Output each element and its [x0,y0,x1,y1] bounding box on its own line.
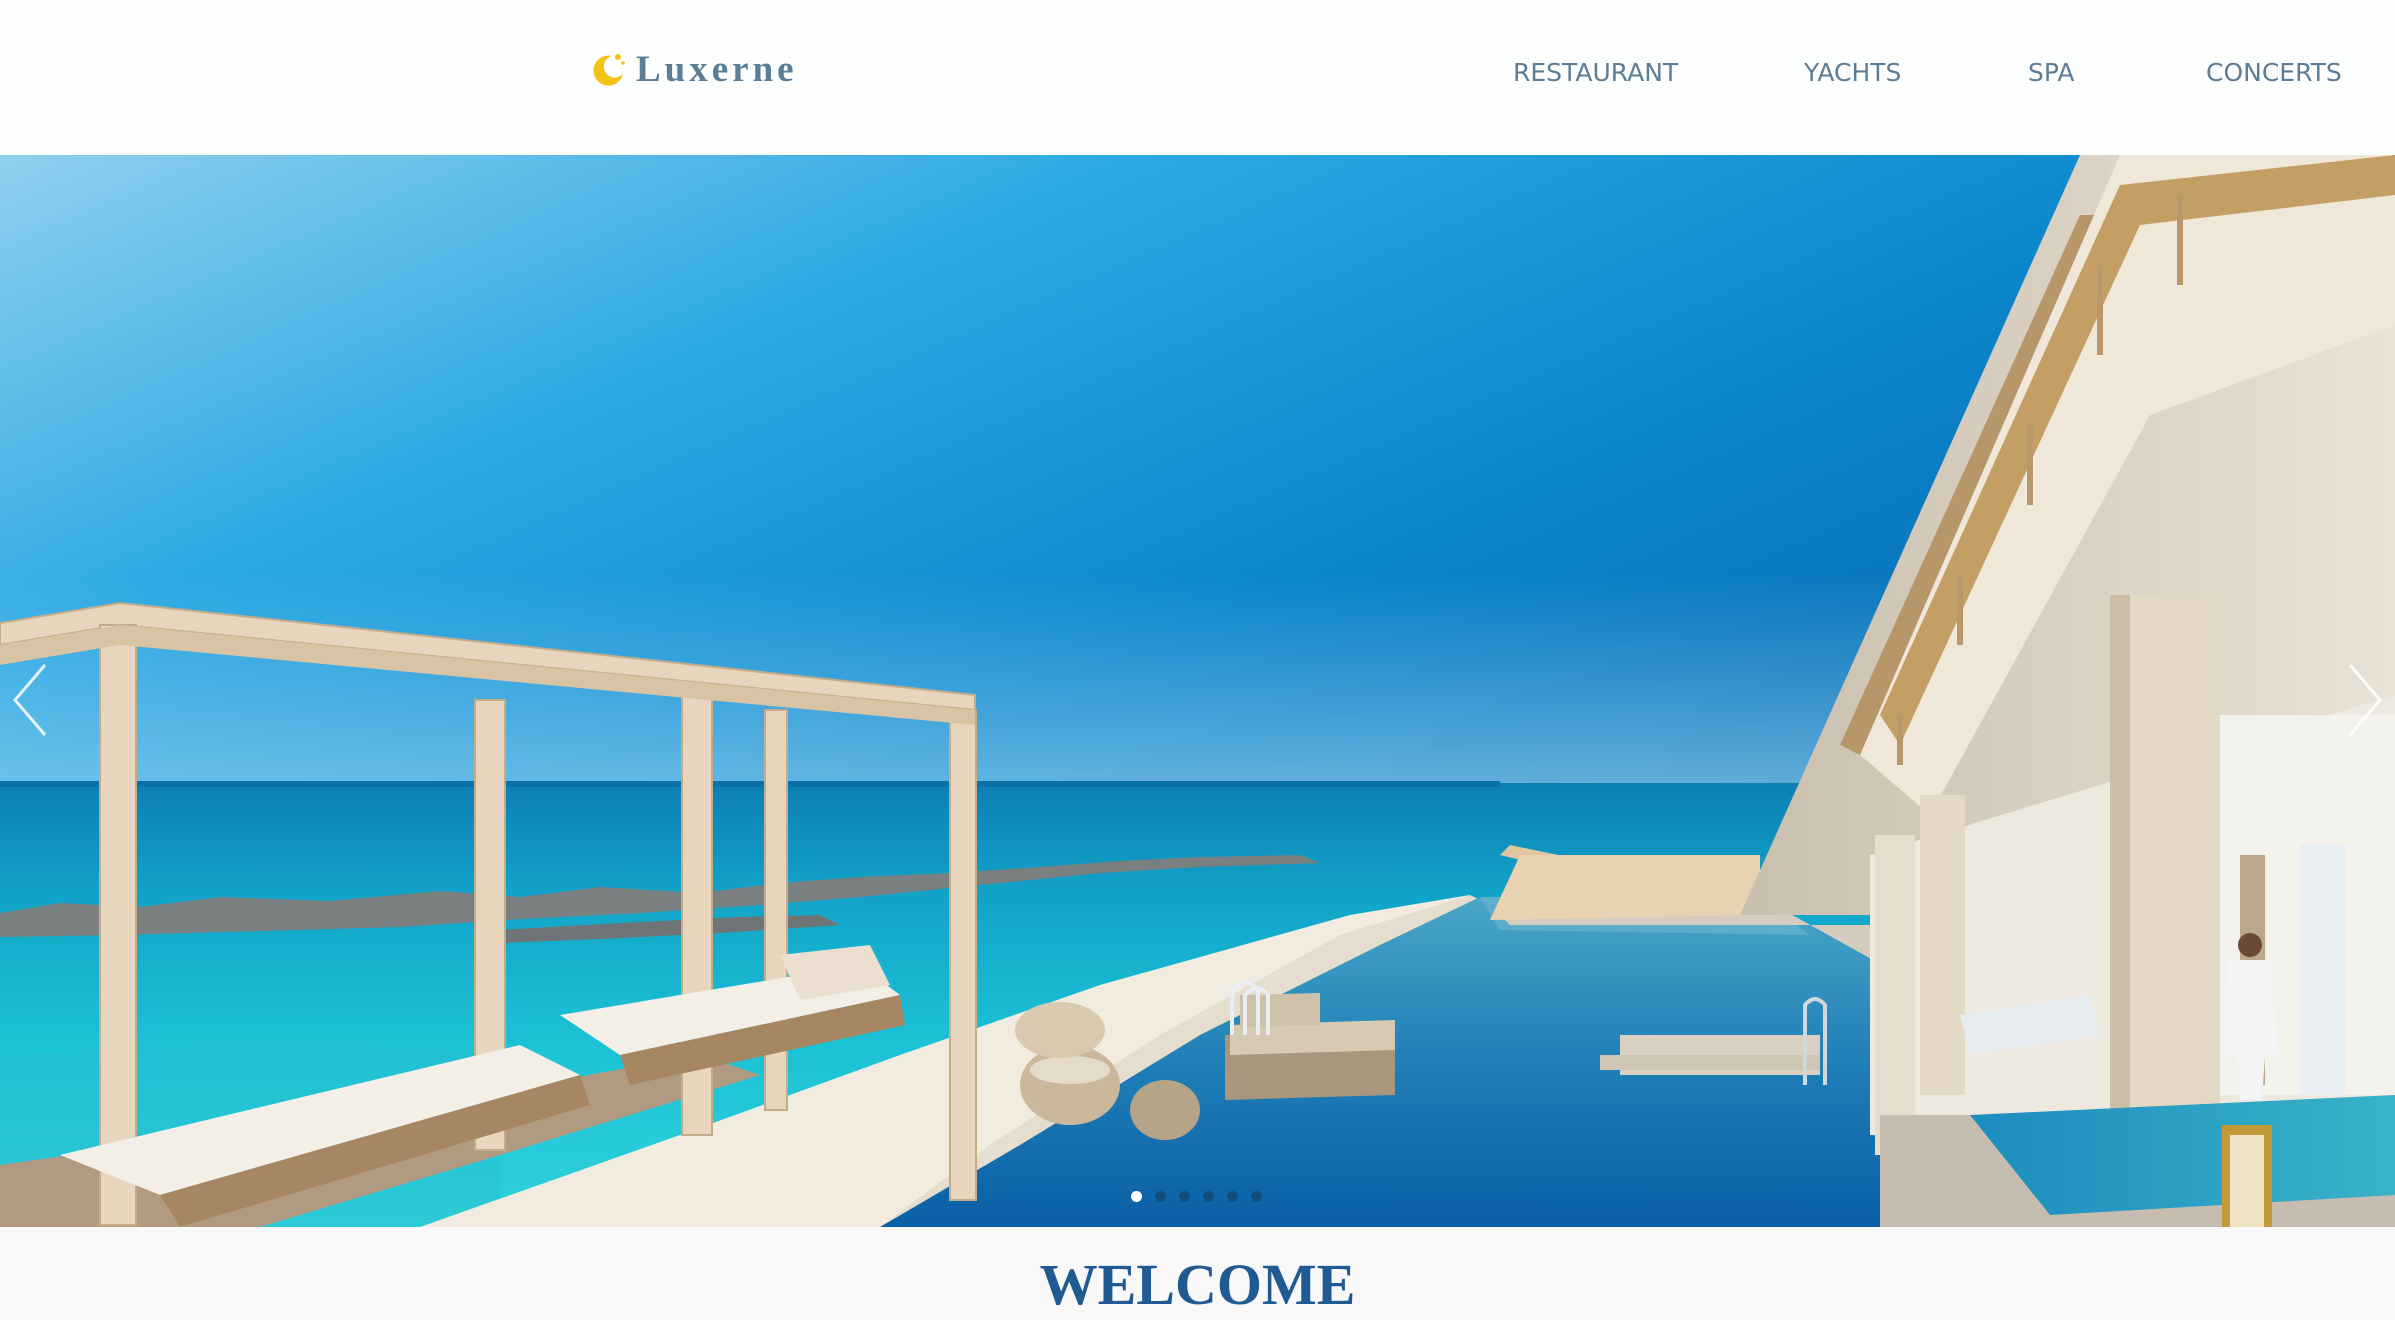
hero-carousel [0,155,2395,1227]
chevron-right-icon [2348,664,2382,736]
carousel-dot[interactable] [1131,1191,1142,1202]
carousel-dot[interactable] [1203,1191,1214,1202]
carousel-pagination [1131,1191,1262,1202]
chevron-left-icon [13,664,47,736]
site-header: Luxerne RESTAURANT YACHTS SPA CONCERTS [0,0,2395,155]
nav-item-yachts[interactable]: YACHTS [1804,58,1901,87]
carousel-dot[interactable] [1179,1191,1190,1202]
nav-item-concerts[interactable]: CONCERTS [2206,58,2342,87]
nav-item-restaurant[interactable]: RESTAURANT [1513,58,1678,87]
carousel-next-button[interactable] [2335,655,2395,745]
main-nav: RESTAURANT YACHTS SPA CONCERTS [0,58,2395,98]
hero-slide-image [0,155,2395,1227]
carousel-prev-button[interactable] [0,655,60,745]
carousel-dot[interactable] [1155,1191,1166,1202]
carousel-dot[interactable] [1251,1191,1262,1202]
welcome-section: WELCOME [0,1227,2395,1320]
nav-item-spa[interactable]: SPA [2028,58,2074,87]
carousel-dot[interactable] [1227,1191,1238,1202]
welcome-title: WELCOME [1039,1252,1356,1317]
